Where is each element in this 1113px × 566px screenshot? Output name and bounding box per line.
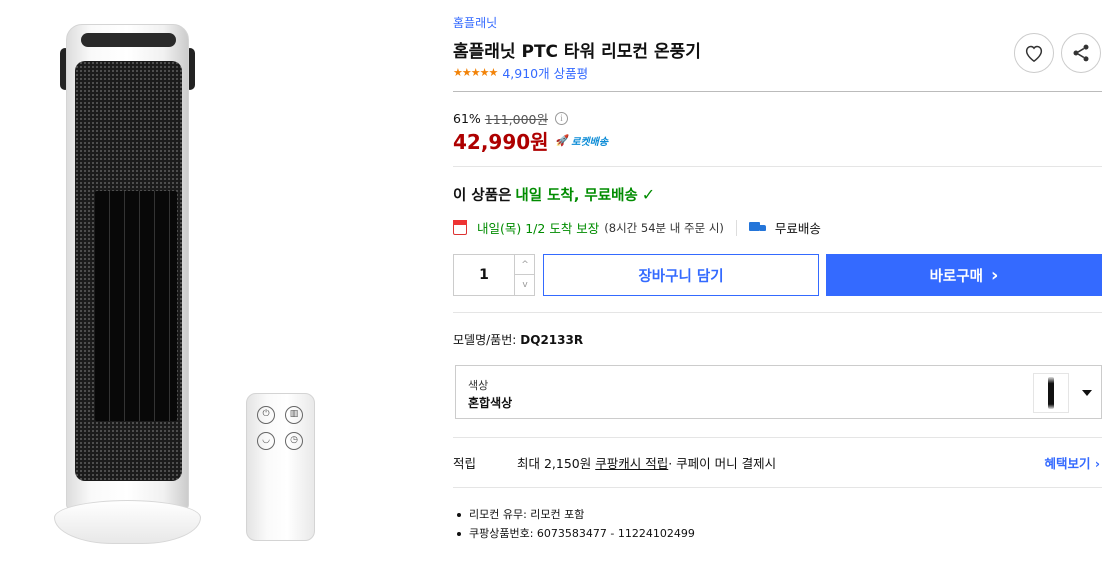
tower-heater-image [54,14,201,544]
brand-link[interactable]: 홈플래닛 [453,14,497,31]
sale-price-row: 42,990원 🚀 로켓배송 [453,126,608,155]
chevron-right-icon: › [990,264,999,286]
delivery-date: 내일(목) 1/2 도착 보장 [477,221,600,236]
coupang-cash-link[interactable]: 쿠팡캐시 적립 [595,453,668,472]
delivery-info: 내일(목) 1/2 도착 보장 (8시간 54분 내 주문 시) 무료배송 [453,218,821,237]
points-amount: 최대 2,150원 [517,456,592,471]
product-title: 홈플래닛 PTC 타워 리모컨 온풍기 [453,42,701,62]
arrival-notice: 이 상품은 내일 도착, 무료배송 ✓ [453,185,656,204]
caret-down-icon [1082,390,1092,396]
model-value: DQ2133R [520,333,584,347]
color-option-select[interactable]: 색상 혼합색상 [455,365,1102,419]
divider [453,487,1102,488]
rocket-delivery-badge: 🚀 로켓배송 [555,134,609,148]
option-thumbnail [1033,373,1069,413]
wishlist-button[interactable] [1014,33,1054,73]
calendar-icon [453,220,467,235]
timer-icon: ◷ [285,432,303,450]
quantity-increase-button[interactable]: ^ [514,255,535,275]
rating[interactable]: ★★★★★ 4,910개 상품평 [453,63,588,82]
review-count-link[interactable]: 4,910개 상품평 [502,63,588,82]
free-shipping: 무료배송 [774,221,821,236]
spec-item: 리모컨 유무: 리모컨 포함 [457,505,695,524]
check-icon: ✓ [641,185,656,204]
info-icon[interactable]: i [555,112,568,125]
quantity-input[interactable] [454,255,514,295]
signal-icon: ▥ [285,406,303,424]
quantity-stepper: ^ v [453,254,535,296]
divider [453,437,1102,438]
truck-icon [748,221,767,234]
star-rating-icon: ★★★★★ [453,66,498,79]
remote-control-image: ⏻ ▥ ◡ ◷ [246,393,315,541]
view-benefits-link[interactable]: 혜택보기 › [1044,453,1100,472]
model-number: 모델명/품번: DQ2133R [453,333,584,347]
divider [453,91,1102,92]
heart-icon [1025,45,1043,62]
order-deadline: (8시간 54분 내 주문 시) [604,220,724,235]
sale-price: 42,990원 [453,130,549,154]
spec-item: 쿠팡상품번호: 6073583477 - 11224102499 [457,524,695,543]
mode-icon: ◡ [257,432,275,450]
rocket-icon: 🚀 [555,134,570,147]
points-suffix: · 쿠페이 머니 결제시 [668,456,777,471]
arrival-highlight: 내일 도착, 무료배송 [515,188,638,204]
product-details: 홈플래닛 홈플래닛 PTC 타워 리모컨 온풍기 ★★★★★ 4,910개 상품… [453,0,1103,566]
separator [735,219,737,236]
product-image[interactable]: ⏻ ▥ ◡ ◷ [0,0,420,566]
divider [453,312,1102,313]
discount-rate: 61% [453,111,481,126]
points-label: 적립 [453,456,477,471]
option-label: 색상 [468,379,489,392]
spec-list: 리모컨 유무: 리모컨 포함 쿠팡상품번호: 6073583477 - 1122… [457,505,695,543]
power-icon: ⏻ [257,406,275,424]
divider [453,166,1102,167]
reward-points: 적립 최대 2,150원 쿠팡캐시 적립 · 쿠페이 머니 결제시 혜택보기 › [453,453,1102,472]
share-button[interactable] [1061,33,1101,73]
add-to-cart-button[interactable]: 장바구니 담기 [543,254,819,296]
option-value: 혼합색상 [468,396,513,410]
chevron-up-icon: ^ [521,260,529,270]
share-icon [1073,44,1089,62]
buy-now-button[interactable]: 바로구매 › [826,254,1102,296]
chevron-down-icon: v [522,280,528,290]
quantity-decrease-button[interactable]: v [514,275,535,295]
